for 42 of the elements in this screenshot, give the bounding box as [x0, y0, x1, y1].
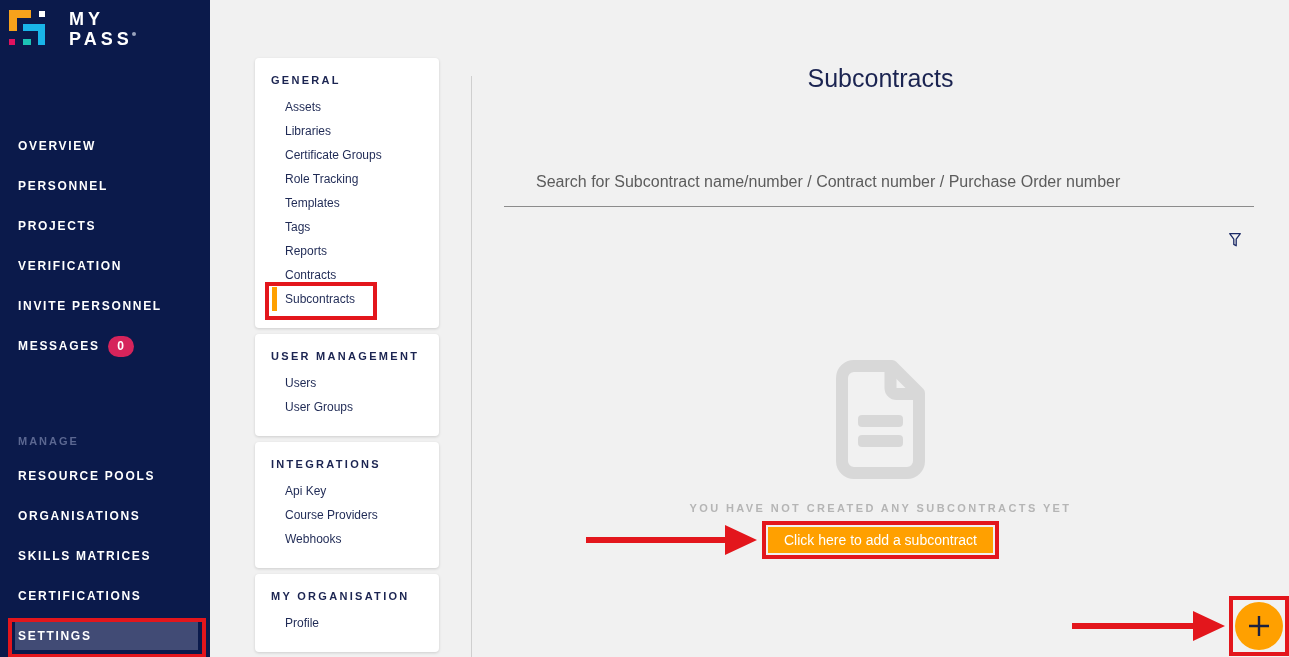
registered-mark-icon — [131, 32, 136, 36]
nav-item[interactable]: SETTINGS — [15, 622, 198, 650]
settings-menu-item[interactable]: Api Key — [272, 479, 342, 503]
settings-menu-item[interactable]: Subcontracts — [272, 287, 371, 311]
brand-wordmark: MY PASS — [69, 9, 133, 49]
search-field[interactable]: Search for Subcontract name/number / Contract number / Purchase Order number — [504, 157, 1254, 207]
settings-menu-item[interactable]: Tags — [272, 215, 326, 239]
settings-menu-item[interactable]: User Groups — [272, 395, 369, 419]
nav-item[interactable]: MESSAGES 0 — [15, 332, 198, 360]
settings-menu-item[interactable]: Assets — [272, 95, 336, 119]
nav-item[interactable]: ORGANISATIONS — [15, 502, 198, 530]
nav-item[interactable]: PERSONNEL — [15, 172, 198, 200]
document-icon — [836, 360, 925, 479]
nav-item[interactable]: RESOURCE POOLS — [15, 462, 198, 490]
menu-section-heading: GENERAL — [271, 73, 342, 87]
nav-item[interactable]: VERIFICATION — [15, 252, 198, 280]
settings-menu-item[interactable]: Libraries — [272, 119, 347, 143]
brand-logo-icon — [9, 10, 46, 46]
settings-menu-item[interactable]: Webhooks — [272, 527, 357, 551]
page-title: Subcontracts — [807, 64, 954, 92]
settings-menu-item[interactable]: Templates — [272, 191, 355, 215]
plus-icon — [1249, 616, 1269, 636]
empty-state-message: YOU HAVE NOT CREATED ANY SUBCONTRACTS YET — [689, 501, 1072, 515]
settings-menu-item[interactable]: Reports — [272, 239, 343, 263]
nav-item[interactable]: CERTIFICATIONS — [15, 582, 198, 610]
settings-menu-item[interactable]: Users — [272, 371, 332, 395]
menu-section-heading: USER MANAGEMENT — [271, 349, 421, 363]
nav-item[interactable]: OVERVIEW — [15, 132, 198, 160]
section-label: MANAGE — [18, 434, 80, 448]
add-button[interactable] — [1235, 602, 1283, 650]
menu-section-heading: INTEGRATIONS — [271, 457, 382, 471]
nav-item[interactable]: PROJECTS — [15, 212, 198, 240]
menu-section-heading: MY ORGANISATION — [271, 589, 411, 603]
settings-menu-item[interactable]: Profile — [272, 611, 334, 635]
settings-menu-item[interactable]: Course Providers — [272, 503, 393, 527]
nav-item[interactable]: SKILLS MATRICES — [15, 542, 198, 570]
settings-menu-item[interactable]: Role Tracking — [272, 167, 374, 191]
count-badge: 0 — [107, 335, 134, 357]
settings-menu-item[interactable]: Certificate Groups — [272, 143, 397, 167]
settings-menu-item[interactable]: Contracts — [272, 263, 352, 287]
filter-icon[interactable] — [1229, 233, 1241, 247]
nav-item[interactable]: INVITE PERSONNEL — [15, 292, 198, 320]
